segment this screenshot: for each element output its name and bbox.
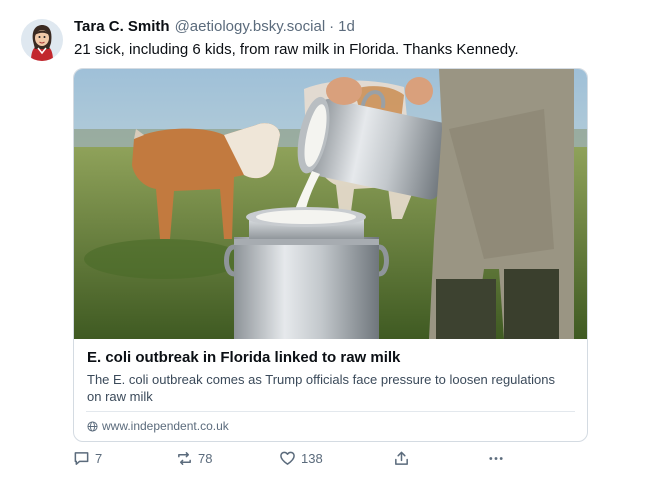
author-handle[interactable]: @aetiology.bsky.social — [175, 18, 326, 35]
link-card-domain: www.independent.co.uk — [87, 419, 229, 433]
post-header: Tara C. Smith @aetiology.bsky.social · 1… — [74, 18, 355, 38]
repost-count: 78 — [198, 451, 213, 466]
avatar-illustration-icon — [21, 19, 63, 61]
raw-milk-pouring-photo-icon — [74, 69, 587, 339]
author-name[interactable]: Tara C. Smith — [74, 18, 170, 35]
like-button[interactable]: 138 — [279, 450, 323, 467]
post-actions: 7 78 138 — [73, 450, 513, 470]
link-card[interactable]: E. coli outbreak in Florida linked to ra… — [73, 68, 588, 442]
link-card-title[interactable]: E. coli outbreak in Florida linked to ra… — [87, 349, 400, 366]
reply-button[interactable]: 7 — [73, 450, 102, 467]
heart-icon — [280, 451, 295, 465]
link-card-divider — [86, 411, 575, 412]
more-icon — [489, 457, 503, 460]
globe-icon — [87, 420, 98, 432]
avatar[interactable] — [21, 19, 63, 61]
share-icon — [395, 451, 408, 465]
link-card-description: The E. coli outbreak comes as Trump offi… — [87, 372, 555, 404]
like-count: 138 — [301, 451, 323, 466]
post-text: 21 sick, including 6 kids, from raw milk… — [74, 41, 519, 58]
separator-dot: · — [329, 18, 335, 35]
reply-count: 7 — [95, 451, 103, 466]
link-card-domain-text: www.independent.co.uk — [102, 419, 229, 433]
repost-icon — [178, 452, 191, 465]
more-options-button[interactable] — [487, 450, 505, 467]
post: Tara C. Smith @aetiology.bsky.social · 1… — [0, 0, 650, 490]
share-button[interactable] — [393, 450, 410, 467]
repost-button[interactable]: 78 — [176, 450, 212, 467]
post-timestamp[interactable]: 1d — [338, 18, 355, 35]
reply-icon — [74, 452, 89, 465]
